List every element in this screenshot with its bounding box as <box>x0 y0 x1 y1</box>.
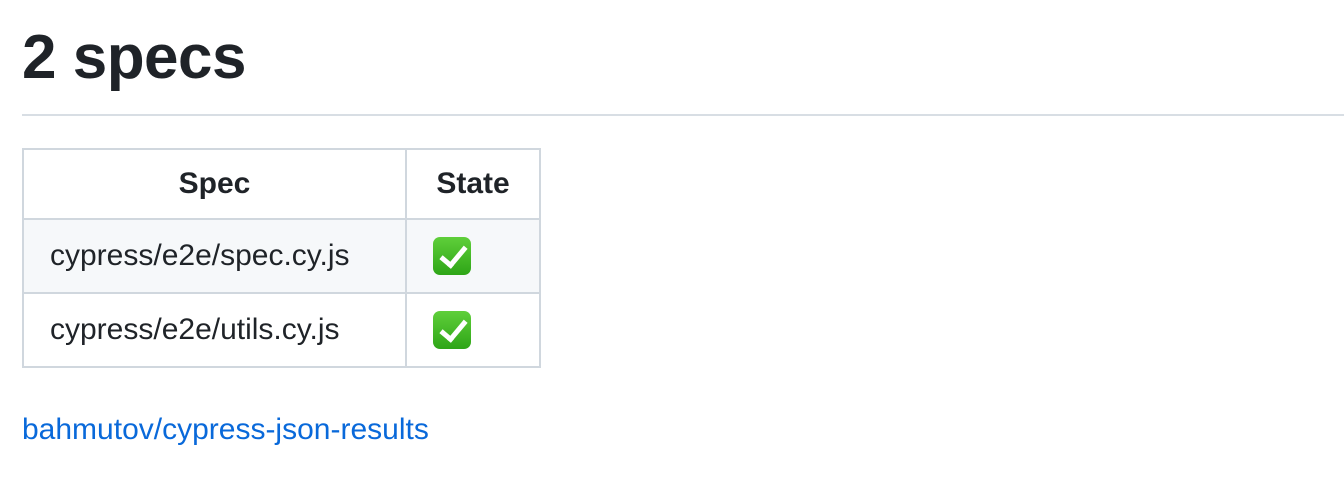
state-cell <box>405 292 541 368</box>
table-row: cypress/e2e/utils.cy.js <box>22 292 541 368</box>
repository-link[interactable]: bahmutov/cypress-json-results <box>22 410 429 450</box>
check-mark-icon <box>433 311 471 349</box>
spec-name: cypress/e2e/spec.cy.js <box>22 218 407 294</box>
page-title: 2 specs <box>22 23 247 92</box>
table-row: cypress/e2e/spec.cy.js <box>22 218 541 294</box>
page: 2 specs Spec State cypress/e2e/spec.cy.j… <box>0 0 1344 484</box>
spec-name: cypress/e2e/utils.cy.js <box>22 292 407 368</box>
table-header-row: Spec State <box>22 148 541 220</box>
check-mark-icon <box>433 237 471 275</box>
state-cell <box>405 218 541 294</box>
column-header-state: State <box>405 148 541 220</box>
specs-table: Spec State cypress/e2e/spec.cy.js cypres… <box>22 148 541 368</box>
title-divider <box>22 114 1344 116</box>
column-header-spec: Spec <box>22 148 407 220</box>
